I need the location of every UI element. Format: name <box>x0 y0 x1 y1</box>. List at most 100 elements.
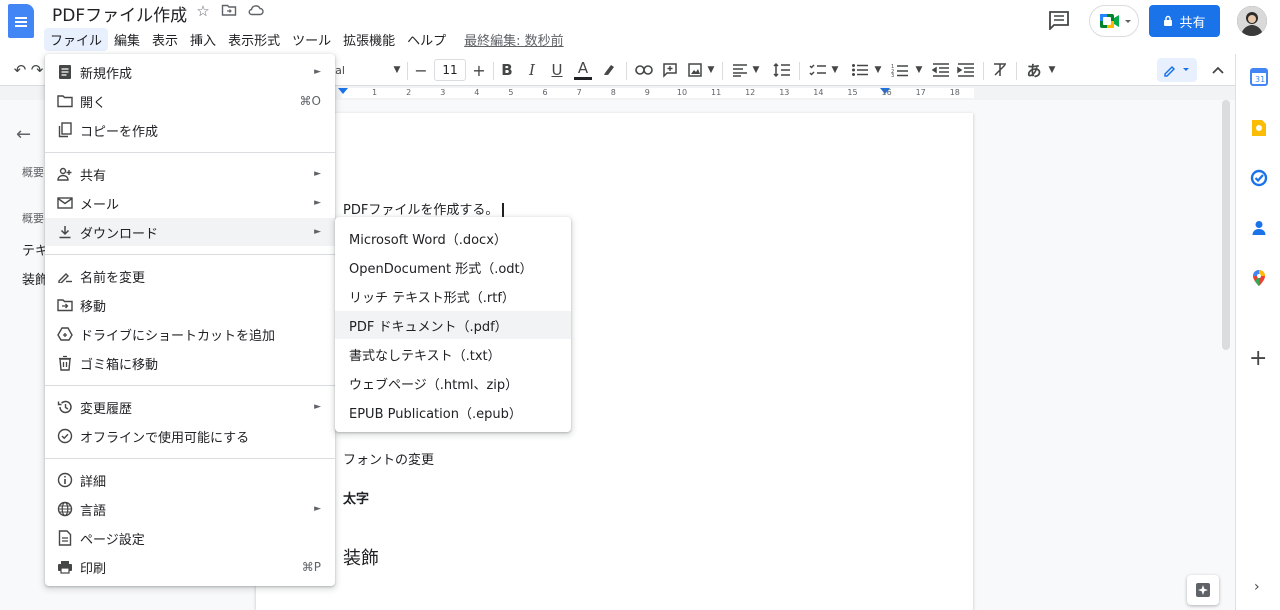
toolbar-divider <box>799 62 800 80</box>
align-dropdown-icon[interactable]: ▼ <box>750 58 762 82</box>
download-format-item[interactable]: ウェブページ（.html、zip） <box>335 369 571 397</box>
menu-extensions[interactable]: 拡張機能 <box>337 28 401 51</box>
file-menu-item-label: 印刷 <box>80 561 107 577</box>
file-menu-item[interactable]: オフラインで使用可能にする <box>45 422 335 450</box>
document-heading[interactable]: 装飾 <box>343 544 379 570</box>
editing-mode-button[interactable] <box>1157 58 1197 82</box>
file-menu-item[interactable]: ゴミ箱に移動 <box>45 349 335 377</box>
add-addon-icon[interactable]: + <box>1249 346 1267 371</box>
decrease-font-size-icon[interactable]: − <box>412 58 430 82</box>
back-arrow-icon[interactable]: ← <box>16 124 31 145</box>
file-menu-item[interactable]: 共有 ► <box>45 160 335 188</box>
input-tools-button[interactable]: あ <box>1024 58 1044 82</box>
share-button[interactable]: 共有 <box>1149 5 1220 37</box>
download-format-item[interactable]: Microsoft Word（.docx） <box>335 224 571 252</box>
file-menu-item[interactable]: コピーを作成 <box>45 116 335 144</box>
add-comment-icon[interactable] <box>660 58 680 82</box>
clear-formatting-icon[interactable] <box>990 58 1010 82</box>
print-icon <box>57 559 73 575</box>
collapse-toolbar-icon[interactable] <box>1208 58 1228 82</box>
download-format-item[interactable]: PDF ドキュメント（.pdf） <box>335 311 571 339</box>
line-spacing-icon[interactable] <box>772 58 792 82</box>
move-folder-icon <box>57 297 73 313</box>
file-menu-item[interactable]: 言語 ► <box>45 495 335 523</box>
menu-format[interactable]: 表示形式 <box>222 28 286 51</box>
keep-icon[interactable] <box>1250 119 1268 137</box>
maps-icon[interactable] <box>1250 269 1268 287</box>
comment-history-icon[interactable] <box>1048 10 1072 32</box>
star-icon[interactable]: ☆ <box>193 2 213 22</box>
ruler-number: 9 <box>644 88 650 97</box>
file-menu-item[interactable]: ページ設定 <box>45 524 335 552</box>
insert-link-icon[interactable] <box>634 58 654 82</box>
calendar-icon[interactable]: 31 <box>1250 68 1268 86</box>
file-menu-item[interactable]: 開く ⌘O <box>45 87 335 115</box>
menu-file[interactable]: ファイル <box>44 27 109 51</box>
input-tools-dropdown-icon[interactable]: ▼ <box>1046 58 1058 82</box>
file-menu-item[interactable]: 名前を変更 <box>45 262 335 290</box>
menu-tools[interactable]: ツール <box>286 28 337 51</box>
menu-edit[interactable]: 編集 <box>108 28 146 51</box>
insert-image-icon[interactable] <box>685 58 705 82</box>
file-menu-item[interactable]: 移動 <box>45 291 335 319</box>
cloud-status-icon[interactable] <box>246 2 266 22</box>
bullet-dropdown-icon[interactable]: ▼ <box>872 58 884 82</box>
text-color-button[interactable]: A <box>574 58 592 80</box>
avatar[interactable] <box>1237 6 1267 36</box>
undo-icon[interactable]: ↶ <box>10 58 30 82</box>
image-dropdown-icon[interactable]: ▼ <box>705 58 717 82</box>
document-line[interactable]: フォントの変更 <box>343 449 434 468</box>
file-menu-item[interactable]: 新規作成 ► <box>45 58 335 86</box>
underline-button[interactable]: U <box>548 58 566 82</box>
horizontal-ruler[interactable]: 1 2 3 4 5 6 7 8 9 10 11 12 13 14 15 16 17 18 <box>338 88 974 98</box>
last-edit-link[interactable]: 最終編集: 数秒前 <box>464 30 564 49</box>
meet-button[interactable] <box>1089 5 1139 37</box>
numbered-list-icon[interactable]: 123 <box>890 58 910 82</box>
download-format-item[interactable]: リッチ テキスト形式（.rtf） <box>335 282 571 310</box>
toolbar-divider <box>407 62 408 80</box>
align-icon[interactable] <box>730 58 750 82</box>
download-format-item[interactable]: 書式なしテキスト（.txt） <box>335 340 571 368</box>
font-size-input[interactable]: 11 <box>434 59 466 81</box>
file-menu-item[interactable]: 変更履歴 ► <box>45 393 335 421</box>
contacts-icon[interactable] <box>1250 219 1268 237</box>
file-menu-item[interactable]: メール ► <box>45 189 335 217</box>
font-dropdown-icon[interactable]: ▼ <box>390 58 404 82</box>
document-line[interactable]: PDFファイルを作成する。 <box>343 199 505 218</box>
font-name-partial[interactable]: al <box>334 58 346 82</box>
redo-icon[interactable]: ↷ <box>30 58 44 82</box>
document-bold-text[interactable]: 太字 <box>343 488 369 507</box>
ruler-number: 13 <box>779 88 790 97</box>
docs-logo-icon[interactable] <box>8 4 34 38</box>
file-menu-item[interactable]: 詳細 <box>45 466 335 494</box>
file-menu-item[interactable]: ドライブにショートカットを追加 <box>45 320 335 348</box>
increase-font-size-icon[interactable]: + <box>470 58 488 82</box>
ruler-number: 11 <box>711 88 722 97</box>
numbered-dropdown-icon[interactable]: ▼ <box>913 58 925 82</box>
decrease-indent-icon[interactable] <box>931 58 951 82</box>
menu-separator <box>45 254 335 255</box>
vertical-scrollbar[interactable] <box>1222 100 1230 350</box>
document-title[interactable]: PDFファイル作成 <box>52 1 187 26</box>
bold-button[interactable]: B <box>498 58 516 82</box>
tasks-icon[interactable] <box>1250 169 1268 187</box>
menu-help[interactable]: ヘルプ <box>401 28 452 51</box>
ruler-number: 12 <box>745 88 756 97</box>
checklist-dropdown-icon[interactable]: ▼ <box>829 58 841 82</box>
menu-insert[interactable]: 挿入 <box>184 28 222 51</box>
highlight-icon[interactable] <box>600 58 618 82</box>
download-format-item[interactable]: OpenDocument 形式（.odt） <box>335 253 571 281</box>
increase-indent-icon[interactable] <box>956 58 976 82</box>
trash-icon <box>57 355 73 371</box>
download-format-item[interactable]: EPUB Publication（.epub） <box>335 398 571 426</box>
file-menu-item[interactable]: ダウンロード ► <box>45 218 335 246</box>
menu-view[interactable]: 表示 <box>146 28 184 51</box>
bulleted-list-icon[interactable] <box>850 58 870 82</box>
left-indent-marker-icon[interactable] <box>337 88 349 98</box>
move-folder-icon[interactable] <box>219 2 239 22</box>
italic-button[interactable]: I <box>523 58 541 82</box>
expand-panel-icon[interactable]: › <box>1254 579 1260 595</box>
checklist-icon[interactable] <box>808 58 828 82</box>
explore-button[interactable] <box>1187 575 1219 605</box>
file-menu-item[interactable]: 印刷 ⌘P <box>45 553 335 581</box>
